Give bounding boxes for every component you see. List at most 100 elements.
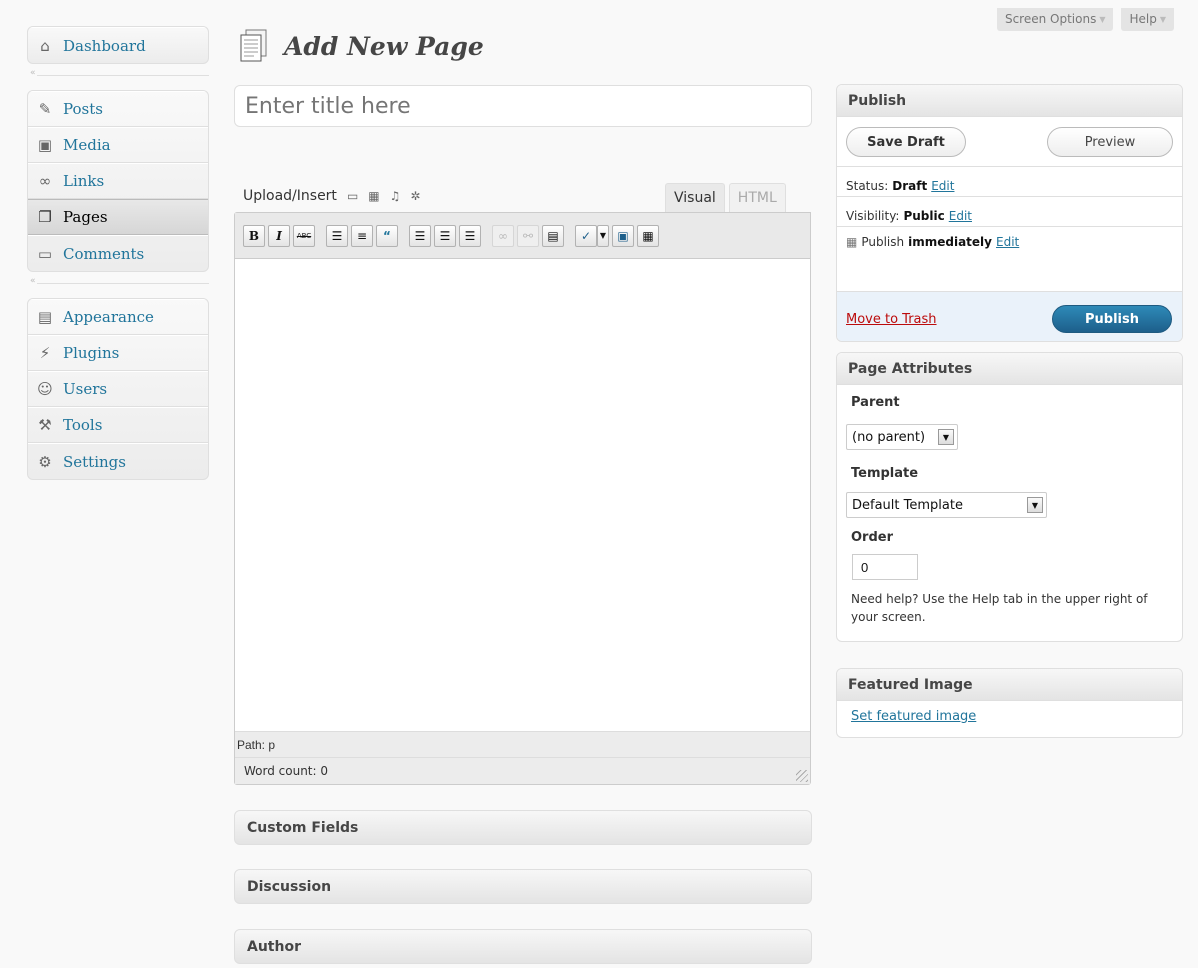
sidebar-item-label: Comments — [63, 244, 145, 263]
help-label: Help — [1129, 12, 1157, 26]
add-video-icon[interactable]: ▦ — [368, 189, 379, 203]
featured-image-title: Featured Image — [837, 669, 1182, 701]
add-media-icon[interactable]: ✲ — [410, 189, 420, 203]
blockquote-icon[interactable]: “ — [376, 224, 398, 247]
sidebar-item-label: Links — [63, 172, 105, 190]
template-select-value: Default Template — [852, 497, 963, 513]
strikethrough-button[interactable]: ABC — [293, 224, 315, 247]
word-count-label: Word count: 0 — [244, 764, 329, 778]
discussion-box[interactable]: Discussion — [234, 869, 812, 904]
page-attributes-title: Page Attributes — [837, 353, 1182, 385]
status-label: Status: — [846, 178, 889, 193]
sidebar-item-links[interactable]: ∞ Links — [28, 163, 208, 199]
add-audio-icon[interactable]: ♫ — [390, 189, 401, 203]
move-to-trash-link[interactable]: Move to Trash — [846, 312, 937, 327]
menu-group-dashboard: ⌂ Dashboard — [27, 26, 209, 64]
resize-handle-icon[interactable] — [796, 770, 808, 782]
visibility-label: Visibility: — [846, 208, 900, 223]
pages-icon — [240, 29, 267, 62]
sidebar-item-users[interactable]: ☺ Users — [28, 371, 208, 407]
template-select[interactable]: Default Template ▼ — [846, 492, 1047, 518]
chevron-down-icon: ▼ — [1159, 14, 1166, 24]
align-right-icon[interactable]: ☰ — [459, 224, 481, 247]
status-value: Draft — [892, 178, 928, 193]
sidebar-item-appearance[interactable]: ▤ Appearance — [28, 299, 208, 335]
editor-toolbar: B I ABC ☰ ≡ “ ☰ ☰ ☰ ∞ ⚯ ▤ ✓ ▼ ▣ ▦ — [235, 213, 810, 259]
order-input[interactable] — [852, 554, 918, 580]
sidebar-item-label: Plugins — [63, 344, 120, 362]
editor-tabs: Visual HTML — [665, 183, 786, 213]
publish-time-row: ▦ Publish immediately Edit — [837, 227, 1182, 291]
publish-button[interactable]: Publish — [1052, 305, 1172, 333]
edit-visibility-link[interactable]: Edit — [949, 209, 972, 223]
order-label: Order — [851, 530, 893, 545]
sidebar-item-comments[interactable]: ▭ Comments — [28, 235, 208, 271]
sidebar-item-settings[interactable]: ⚙ Settings — [28, 443, 208, 479]
sidebar-item-dashboard[interactable]: ⌂ Dashboard — [28, 27, 208, 63]
set-featured-image-link[interactable]: Set featured image — [851, 709, 1182, 724]
page-attributes-box: Page Attributes Parent (no parent) ▼ Tem… — [836, 352, 1183, 642]
help-tab[interactable]: Help ▼ — [1121, 8, 1174, 31]
content-editor: B I ABC ☰ ≡ “ ☰ ☰ ☰ ∞ ⚯ ▤ ✓ ▼ ▣ ▦ Path: … — [234, 212, 811, 785]
chevron-down-icon[interactable]: ▼ — [597, 224, 609, 247]
custom-fields-box[interactable]: Custom Fields — [234, 810, 812, 845]
align-left-icon[interactable]: ☰ — [409, 224, 431, 247]
users-icon: ☺ — [37, 380, 53, 398]
sidebar-item-pages[interactable]: ❐ Pages — [28, 199, 208, 235]
sidebar-item-label: Tools — [63, 416, 103, 434]
tab-html[interactable]: HTML — [728, 183, 786, 213]
screen-options-tab[interactable]: Screen Options ▼ — [996, 8, 1114, 31]
visibility-value: Public — [903, 208, 945, 223]
preview-button[interactable]: Preview — [1047, 127, 1173, 157]
parent-select[interactable]: (no parent) ▼ — [846, 424, 958, 450]
parent-select-value: (no parent) — [852, 429, 926, 445]
sidebar-item-label: Users — [63, 380, 108, 398]
menu-group-content: ✎ Posts ▣ Media ∞ Links ❐ Pages ▭ Commen… — [27, 90, 209, 272]
publish-time-value: immediately — [908, 235, 992, 249]
align-center-icon[interactable]: ☰ — [434, 224, 456, 247]
edit-status-link[interactable]: Edit — [931, 179, 954, 193]
appearance-icon: ▤ — [37, 308, 53, 326]
sidebar-item-posts[interactable]: ✎ Posts — [28, 91, 208, 127]
sidebar-item-tools[interactable]: ⚒ Tools — [28, 407, 208, 443]
fullscreen-icon[interactable]: ▣ — [612, 224, 634, 247]
sidebar-item-label: Settings — [63, 452, 126, 471]
italic-button[interactable]: I — [268, 224, 290, 247]
pages-icon: ❐ — [38, 208, 52, 226]
insert-link-icon[interactable]: ∞ — [492, 224, 514, 247]
word-count: Word count: 0 — [235, 757, 810, 784]
sidebar-item-label: Dashboard — [63, 36, 146, 55]
sidebar-item-media[interactable]: ▣ Media — [28, 127, 208, 163]
title-input[interactable] — [234, 85, 812, 127]
sidebar-item-plugins[interactable]: ⚡ Plugins — [28, 335, 208, 371]
screen-options-label: Screen Options — [1004, 12, 1097, 26]
pushpin-icon: ✎ — [38, 100, 52, 118]
edit-publish-time-link[interactable]: Edit — [996, 235, 1019, 249]
bullet-list-icon[interactable]: ☰ — [326, 224, 348, 247]
add-image-icon[interactable]: ▭ — [347, 189, 358, 203]
insert-more-icon[interactable]: ▤ — [542, 224, 564, 247]
editor-content-area[interactable] — [235, 259, 810, 731]
numbered-list-icon[interactable]: ≡ — [351, 224, 373, 247]
page-title: Add New Page — [284, 31, 484, 61]
unlink-icon[interactable]: ⚯ — [517, 224, 539, 247]
menu-separator[interactable] — [27, 64, 209, 90]
upload-insert-label: Upload/Insert — [243, 188, 337, 204]
plug-icon: ⚡ — [39, 344, 51, 362]
calendar-icon: ▦ — [846, 235, 858, 249]
menu-separator[interactable] — [27, 272, 209, 298]
tab-visual[interactable]: Visual — [665, 183, 725, 213]
kitchen-sink-icon[interactable]: ▦ — [637, 224, 659, 247]
dashboard-icon: ⌂ — [40, 36, 50, 55]
admin-sidebar: ⌂ Dashboard ✎ Posts ▣ Media ∞ Links ❐ Pa… — [27, 26, 209, 480]
screen-meta: Screen Options ▼ Help ▼ — [996, 8, 1174, 31]
save-draft-button[interactable]: Save Draft — [846, 127, 966, 157]
bold-button[interactable]: B — [243, 224, 265, 247]
author-box[interactable]: Author — [234, 929, 812, 964]
sidebar-item-label: Media — [63, 136, 111, 154]
page-heading: Add New Page — [236, 28, 484, 64]
chevron-down-icon: ▼ — [938, 429, 954, 445]
spellcheck-icon[interactable]: ✓ — [575, 224, 597, 247]
upload-insert-bar: Upload/Insert ▭ ▦ ♫ ✲ — [243, 188, 420, 204]
speech-bubble-icon: ▭ — [37, 244, 53, 263]
